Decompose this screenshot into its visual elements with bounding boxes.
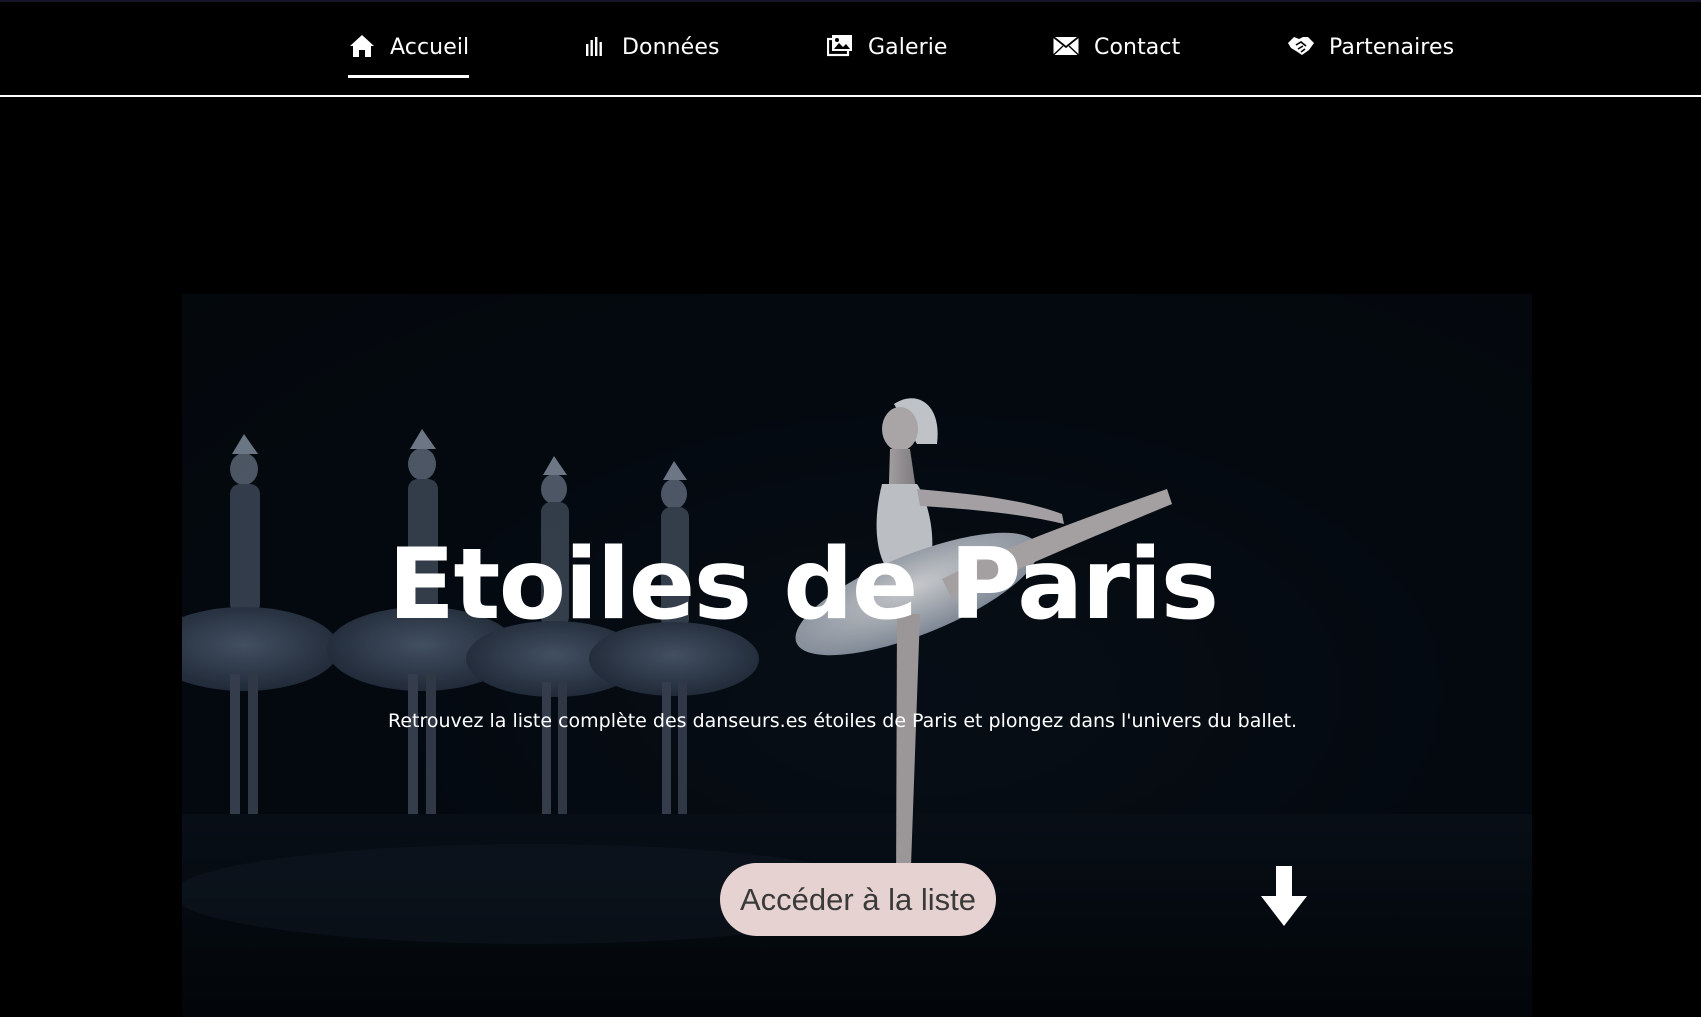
handshake-icon — [1287, 32, 1315, 60]
nav-item-partenaires[interactable]: Partenaires — [1287, 32, 1454, 78]
nav-label-partenaires: Partenaires — [1329, 35, 1455, 60]
main-nav: Accueil Données Galerie Contact Partenai… — [0, 2, 1701, 97]
nav-item-contact[interactable]: Contact — [1052, 32, 1180, 78]
bar-chart-icon — [580, 32, 608, 60]
nav-item-accueil[interactable]: Accueil — [348, 32, 470, 78]
hero-banner: Etoiles de Paris Retrouvez la liste comp… — [182, 294, 1532, 1017]
envelope-icon — [1052, 32, 1080, 60]
access-list-button[interactable]: Accéder à la liste — [720, 863, 996, 936]
arrow-down-icon[interactable] — [1259, 866, 1309, 928]
hero-title: Etoiles de Paris — [388, 528, 1219, 642]
nav-item-donnees[interactable]: Données — [580, 32, 720, 78]
gallery-image-icon — [826, 32, 854, 60]
nav-label-donnees: Données — [622, 35, 720, 60]
nav-label-accueil: Accueil — [390, 35, 470, 60]
nav-label-contact: Contact — [1094, 35, 1181, 60]
hero-subtitle: Retrouvez la liste complète des danseurs… — [388, 710, 1298, 732]
nav-item-galerie[interactable]: Galerie — [826, 32, 948, 78]
home-icon — [348, 32, 376, 60]
nav-label-galerie: Galerie — [868, 35, 948, 60]
top-navigation-bar: Accueil Données Galerie Contact Partenai… — [0, 0, 1701, 97]
